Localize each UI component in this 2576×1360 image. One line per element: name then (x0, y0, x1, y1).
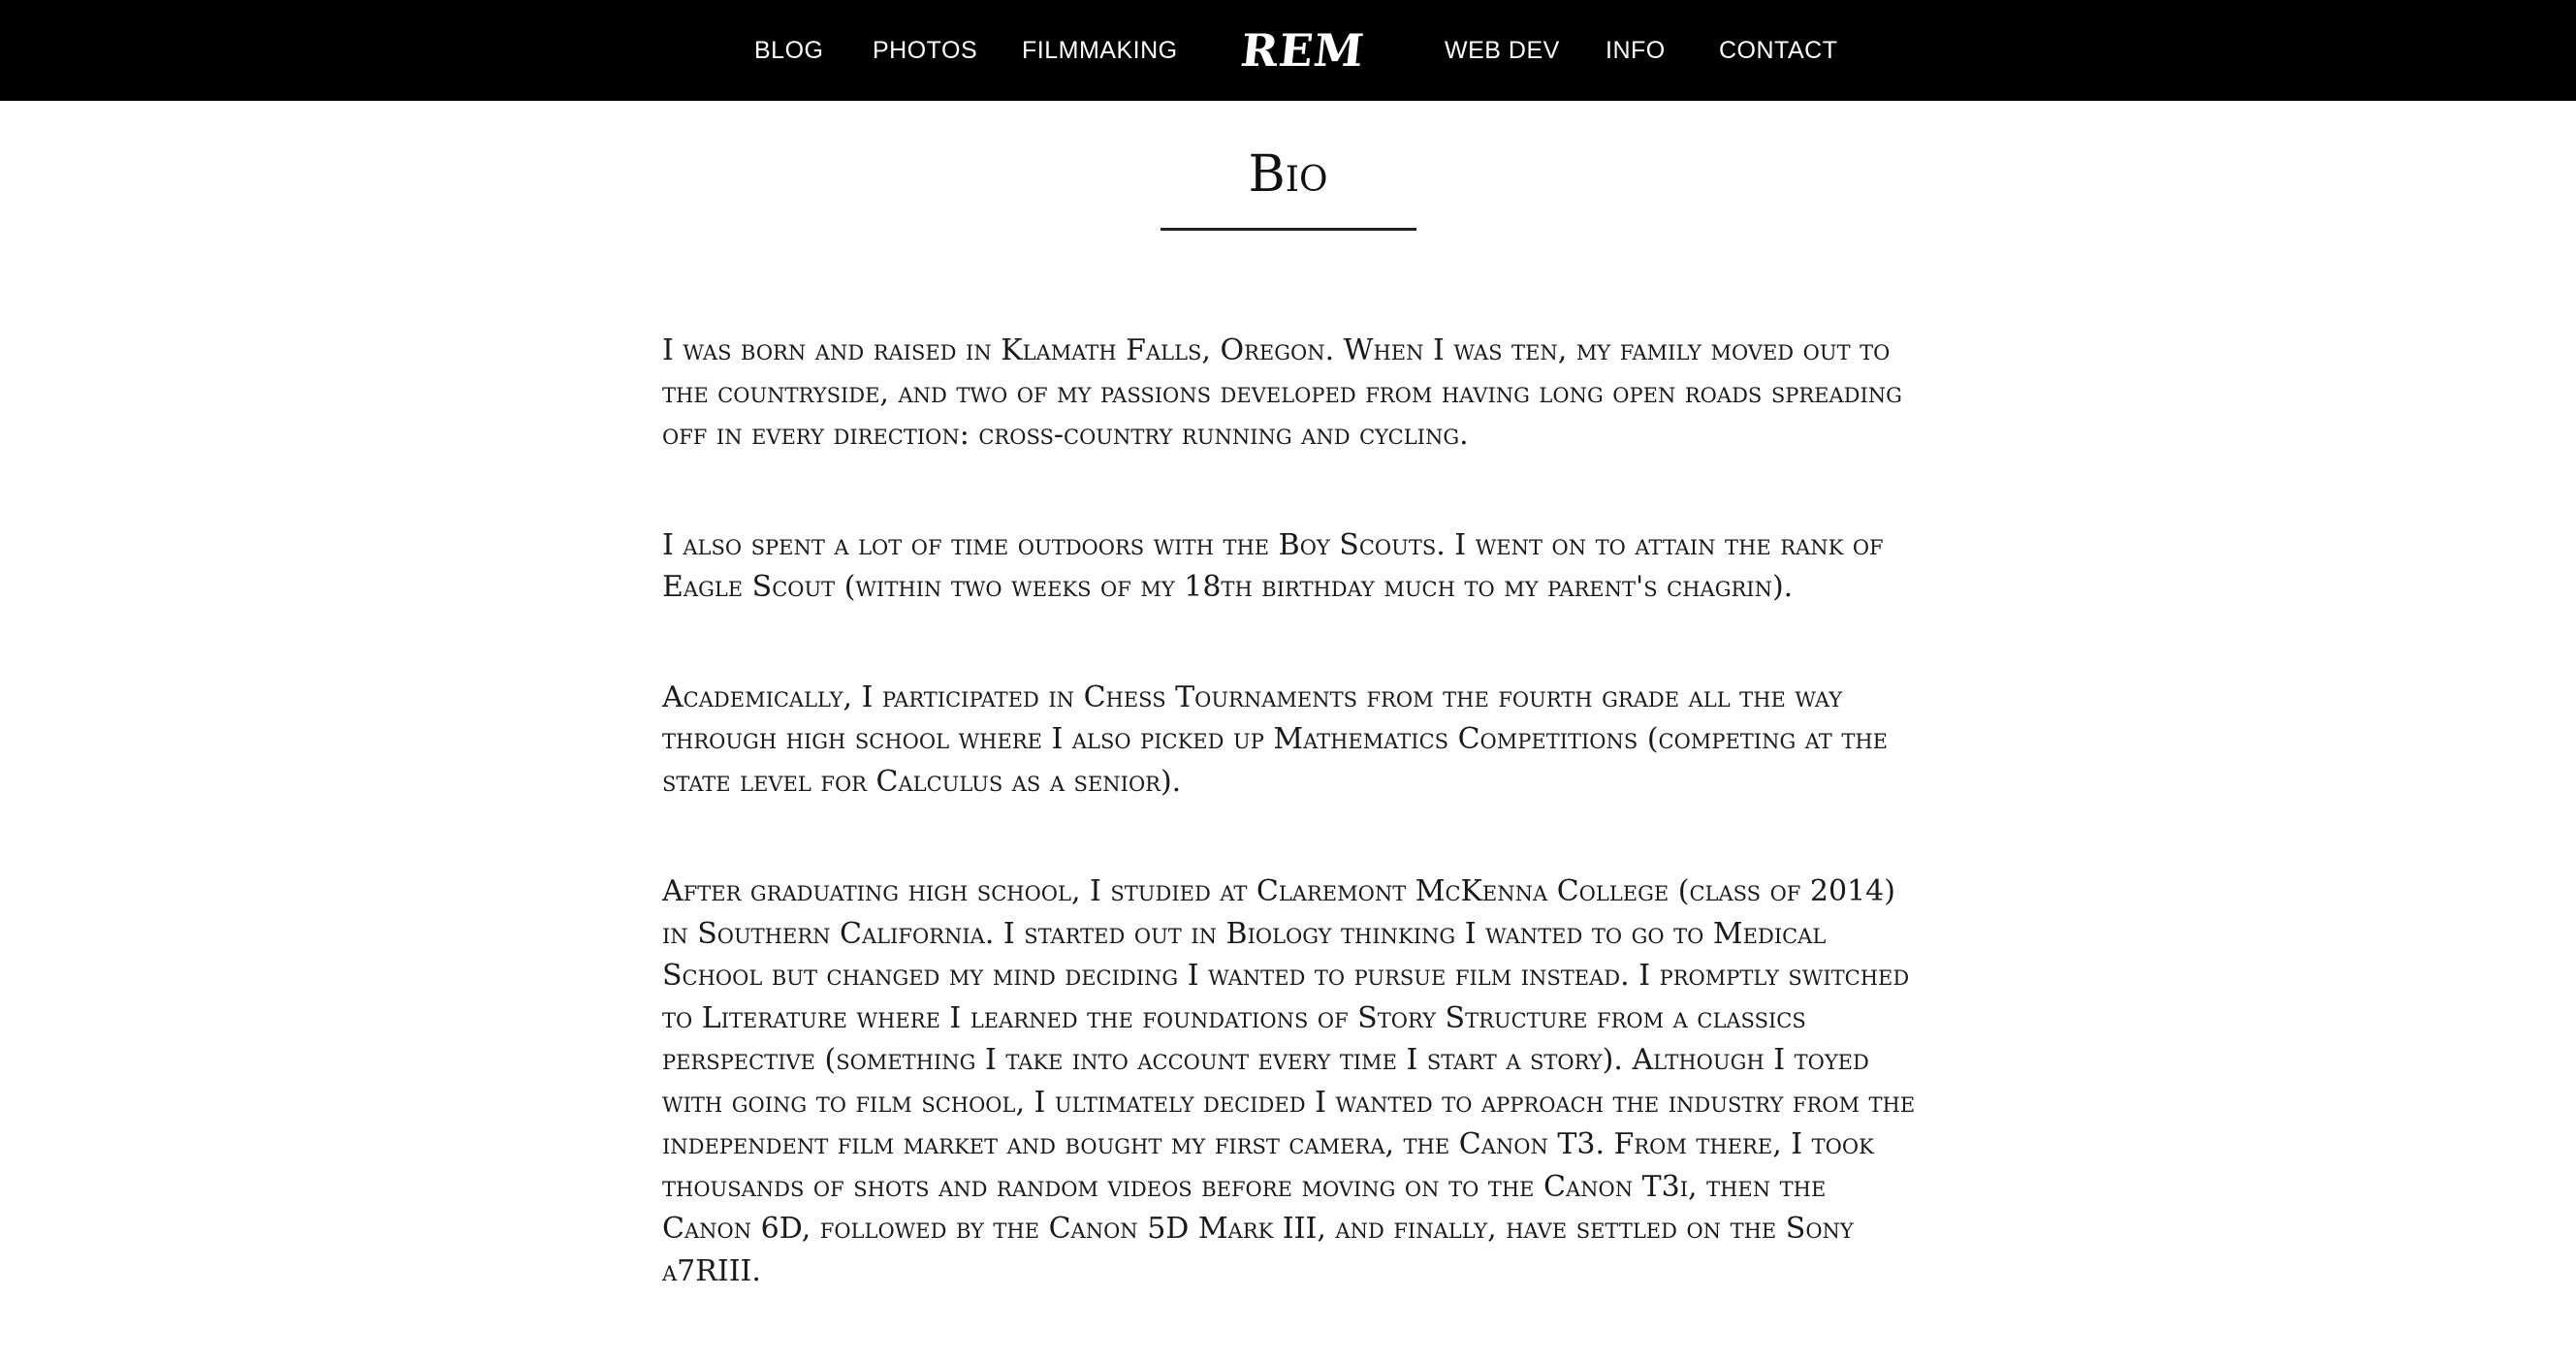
title-underline-divider (1161, 228, 1416, 231)
nav-link-filmmaking[interactable]: FILMMAKING (1022, 0, 1178, 101)
bio-content: I was born and raised in Klamath Falls, … (662, 330, 1923, 1360)
bio-paragraph-college: After graduating high school, I studied … (662, 874, 1916, 1288)
page-title: Bio (1248, 145, 1328, 204)
bio-paragraph-childhood: I was born and raised in Klamath Falls, … (662, 333, 1902, 452)
nav-link-blog[interactable]: BLOG (754, 0, 823, 101)
nav-link-photos[interactable]: PHOTOS (873, 0, 977, 101)
bio-paragraph-scouts: I also spent a lot of time outdoors with… (662, 527, 1884, 605)
nav-link-info[interactable]: INFO (1606, 0, 1666, 101)
site-logo[interactable]: REM (1236, 0, 1370, 101)
top-navigation-bar: BLOG PHOTOS FILMMAKING REM WEB DEV INFO … (0, 0, 2576, 101)
nav-link-web-dev[interactable]: WEB DEV (1445, 0, 1560, 101)
nav-link-contact[interactable]: CONTACT (1719, 0, 1837, 101)
bio-paragraph-academics: Academically, I participated in Chess To… (662, 680, 1888, 799)
